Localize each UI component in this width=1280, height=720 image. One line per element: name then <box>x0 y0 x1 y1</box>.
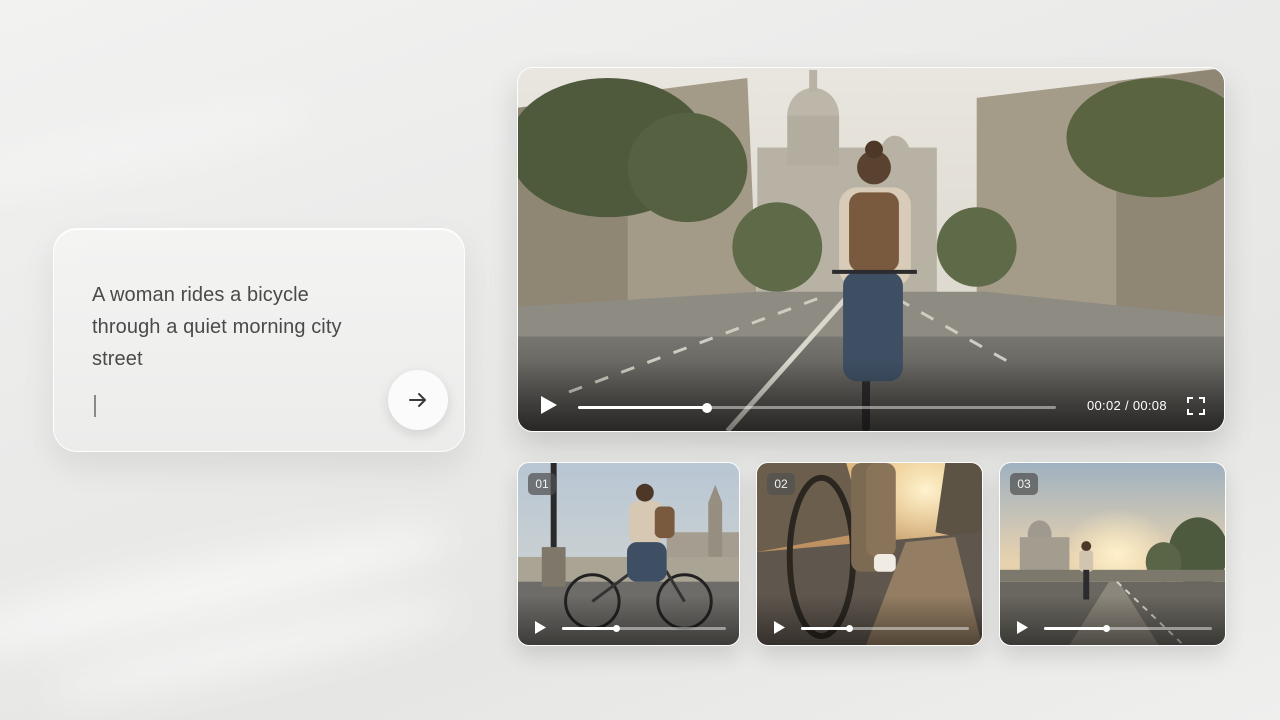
controls-overlay <box>757 595 982 645</box>
prompt-text[interactable]: A woman rides a bicycle through a quiet … <box>92 279 362 375</box>
fullscreen-icon[interactable] <box>1187 397 1205 415</box>
variation-progress-fill <box>1044 627 1107 630</box>
main-video-player[interactable]: 00:02 / 00:08 <box>517 67 1225 432</box>
variation-progress-bar[interactable] <box>1044 625 1212 632</box>
variation-progress-knob[interactable] <box>1102 625 1110 632</box>
main-progress-bar[interactable] <box>578 402 1056 413</box>
controls-overlay <box>1000 595 1225 645</box>
variation-badge: 01 <box>528 473 556 495</box>
current-time: 00:02 <box>1087 398 1122 413</box>
time-readout: 00:02 / 00:08 <box>1087 398 1167 413</box>
background-light-streak <box>0 83 322 207</box>
variation-progress-fill <box>801 627 850 630</box>
main-progress-knob[interactable] <box>702 402 713 413</box>
send-button[interactable] <box>388 370 448 430</box>
arrow-right-icon <box>409 393 426 407</box>
variation-progress-knob[interactable] <box>612 625 620 632</box>
time-separator: / <box>1124 398 1129 413</box>
duration: 00:08 <box>1132 398 1167 413</box>
prompt-card[interactable]: A woman rides a bicycle through a quiet … <box>53 228 465 452</box>
variation-progress-bar[interactable] <box>562 625 726 632</box>
variation-badge: 03 <box>1010 473 1038 495</box>
variation-badge: 02 <box>767 473 795 495</box>
main-progress-fill <box>578 406 708 409</box>
variation-card-3[interactable]: 03 <box>999 462 1226 646</box>
play-icon[interactable] <box>773 620 786 635</box>
play-icon[interactable] <box>534 620 547 635</box>
play-icon[interactable] <box>540 395 558 415</box>
variation-card-2[interactable]: 02 <box>756 462 983 646</box>
controls-overlay <box>518 361 1224 431</box>
play-icon[interactable] <box>1016 620 1029 635</box>
controls-overlay <box>518 595 739 645</box>
text-caret <box>94 395 96 417</box>
variation-card-1[interactable]: 01 <box>517 462 740 646</box>
variation-progress-fill <box>562 627 617 630</box>
variation-progress-bar[interactable] <box>801 625 969 632</box>
